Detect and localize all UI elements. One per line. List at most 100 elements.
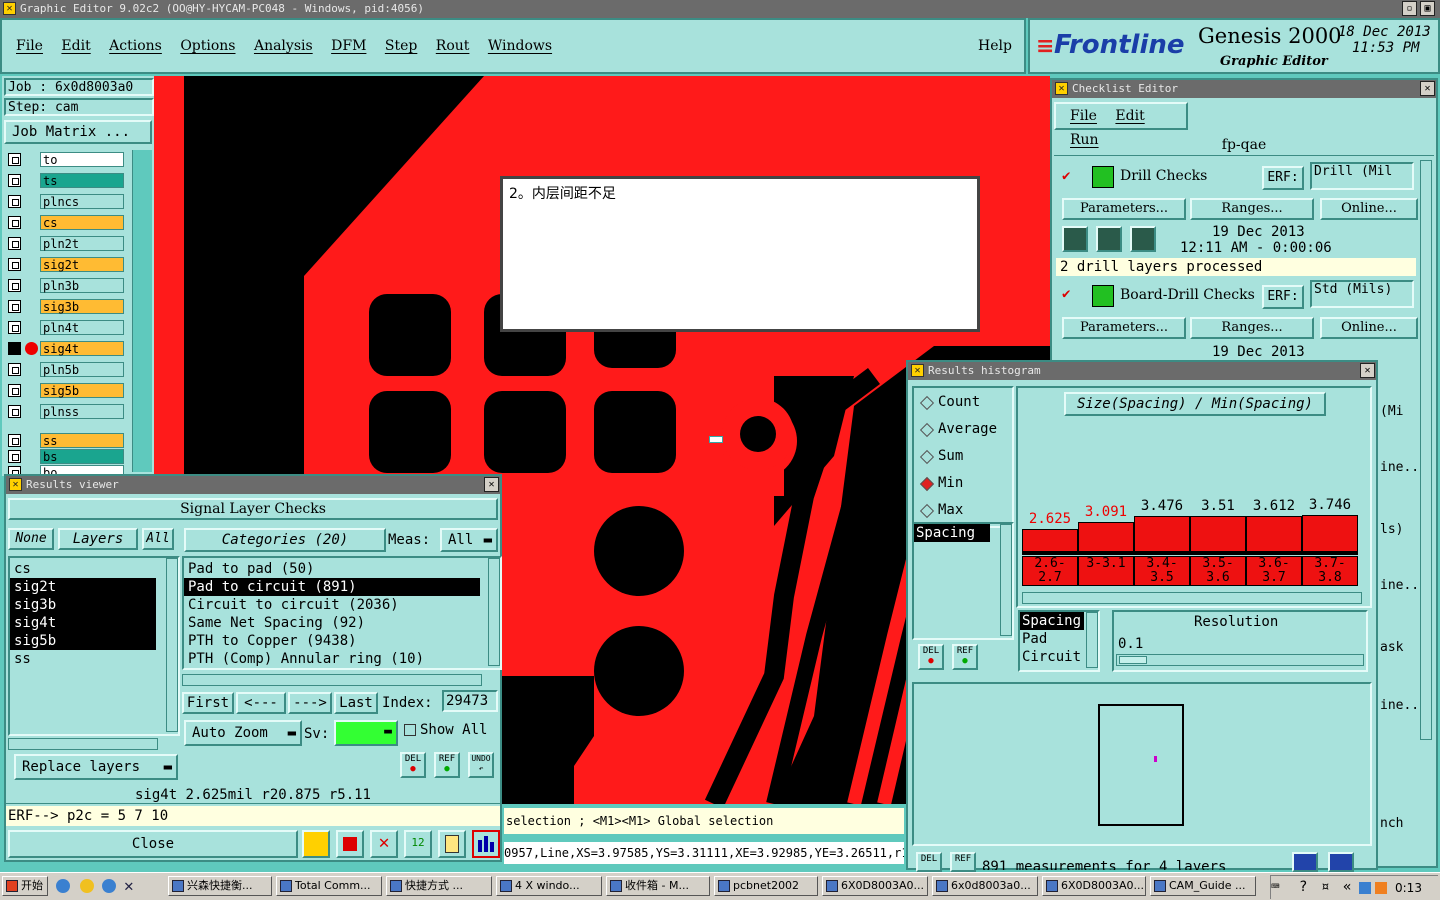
menu-help[interactable]: Help [978,38,1012,54]
prev-button[interactable]: <--- [236,692,286,714]
histogram-bar[interactable] [1190,516,1246,552]
auto-zoom-select[interactable]: Auto Zoom ▬ [184,720,302,746]
checklist-menu-file[interactable]: File [1070,108,1097,124]
taskbar-item[interactable]: 6x0d8003a0... [932,876,1038,896]
mode-min[interactable]: Min [914,475,1010,495]
layer-row[interactable]: bs [8,449,124,464]
x-icon[interactable]: ✕ [124,876,134,895]
layer-checkbox[interactable] [8,258,21,271]
menu-step[interactable]: Step [385,38,417,54]
results-layer-item[interactable]: ss [10,650,156,668]
results-layer-item[interactable]: cs [10,560,156,578]
layer-row[interactable]: pln3b [8,278,124,293]
taskbar-item[interactable]: 4 X windo... [496,876,602,896]
layer-checkbox[interactable] [8,405,21,418]
replace-layers-select[interactable]: Replace layers ▬ [14,754,178,780]
layer-checkbox[interactable] [8,450,21,463]
results-layer-item[interactable]: sig3b [10,596,156,614]
layer-name[interactable]: sig2t [40,257,124,272]
categories-list[interactable]: Pad to pad (50) Pad to circuit (891) Circu… [182,556,502,670]
layer-name[interactable]: pln4t [40,320,124,335]
layer-name[interactable]: sig3b [40,299,124,314]
run-icon[interactable] [1130,226,1156,252]
taskbar-item[interactable]: 6X0D8003A0... [1042,876,1146,896]
layer-list-scroll[interactable] [132,150,152,472]
last-button[interactable]: Last [334,692,378,714]
close-icon[interactable]: ✕ [484,477,499,492]
histogram-list[interactable]: Spacing [912,522,1014,640]
layer-name[interactable]: to [40,152,124,167]
layer-name[interactable]: plncs [40,194,124,209]
menu-analysis[interactable]: Analysis [254,38,313,54]
layer-checkbox[interactable] [8,434,21,447]
layer-checkbox[interactable] [8,195,21,208]
categories-button[interactable]: Categories (20) [184,528,386,552]
layer-name[interactable]: cs [40,215,124,230]
pad[interactable] [369,294,451,376]
check2-ranges-button[interactable]: Ranges... [1190,317,1314,339]
taskbar-item[interactable]: 兴森快捷衡... [168,876,272,896]
layers-button[interactable]: Layers [58,528,138,550]
histogram-bar[interactable] [1022,529,1078,552]
layer-name[interactable]: sig4t [40,341,124,356]
layer-checkbox[interactable] [8,300,21,313]
histogram-bar[interactable] [1302,515,1358,552]
mode-max[interactable]: Max [914,502,1010,522]
menu-dfm[interactable]: DFM [331,38,366,54]
radio-icon[interactable] [919,449,935,465]
tray-expand-icon[interactable]: « [1343,879,1351,895]
quicklaunch-icon[interactable] [80,879,94,893]
group-list-vscroll[interactable] [1086,612,1098,668]
layer-checkbox[interactable] [8,216,21,229]
layer-row[interactable]: sig3b [8,299,124,314]
check2-erf-label[interactable]: ERF: [1262,285,1304,309]
categories-hscroll[interactable] [182,674,482,686]
language-icon[interactable]: ¤ [1321,879,1329,895]
layer-checkbox[interactable] [8,237,21,250]
check1-name[interactable]: Drill Checks [1120,168,1207,184]
check2-parameters-button[interactable]: Parameters... [1062,317,1186,339]
layer-row[interactable]: pln2t [8,236,124,251]
category-item[interactable]: PTH (Comp) Annular ring (10) [184,650,480,668]
layer-checkbox[interactable] [8,342,21,355]
layer-row[interactable]: pln4t [8,320,124,335]
run-icon[interactable] [1096,226,1122,252]
layer-row[interactable]: sig4t [8,341,124,356]
help-icon[interactable]: ? [1299,879,1307,895]
pad[interactable] [484,391,566,473]
check1-ranges-button[interactable]: Ranges... [1190,198,1314,220]
mode-sum[interactable]: Sum [914,448,1010,468]
histogram-del-button[interactable]: DEL ● [918,644,944,670]
export-icon[interactable] [1292,852,1318,872]
check2-enabled-icon[interactable]: ✔ [1062,286,1070,302]
check1-erf-label[interactable]: ERF: [1262,166,1304,190]
layer-name[interactable]: plnss [40,404,124,419]
mode-average[interactable]: Average [914,421,1010,441]
layer-name[interactable]: sig5b [40,383,124,398]
close-button[interactable]: Close [8,830,298,858]
keyboard-icon[interactable]: ⌨ [1271,879,1279,895]
tray-app-icon[interactable] [1359,882,1371,894]
layer-row[interactable]: cs [8,215,124,230]
taskbar-item[interactable]: CAM_Guide ... [1150,876,1256,896]
layer-row[interactable]: plncs [8,194,124,209]
layer-checkbox[interactable] [8,384,21,397]
layer-row[interactable]: sig2t [8,257,124,272]
pad[interactable] [369,391,451,473]
radio-icon[interactable] [919,476,935,492]
quicklaunch-icon[interactable] [102,879,116,893]
job-matrix-button[interactable]: Job Matrix ... [4,120,152,144]
mode-count[interactable]: Count [914,394,1010,414]
start-button[interactable]: 开始 [2,876,48,896]
signal-layer-checks-header[interactable]: Signal Layer Checks [8,498,498,520]
layer-checkbox[interactable] [8,321,21,334]
taskbar-item[interactable]: Total Comm... [276,876,382,896]
run-icon[interactable] [1062,226,1088,252]
checklist-menu-edit[interactable]: Edit [1115,108,1144,124]
check1-erf-value[interactable]: Drill (Mil [1310,162,1414,190]
radio-icon[interactable] [919,503,935,519]
histogram-ref-button-2[interactable]: REF [950,852,976,872]
radio-icon[interactable] [919,395,935,411]
layer-name[interactable]: ts [40,173,124,188]
menu-windows[interactable]: Windows [488,38,552,54]
